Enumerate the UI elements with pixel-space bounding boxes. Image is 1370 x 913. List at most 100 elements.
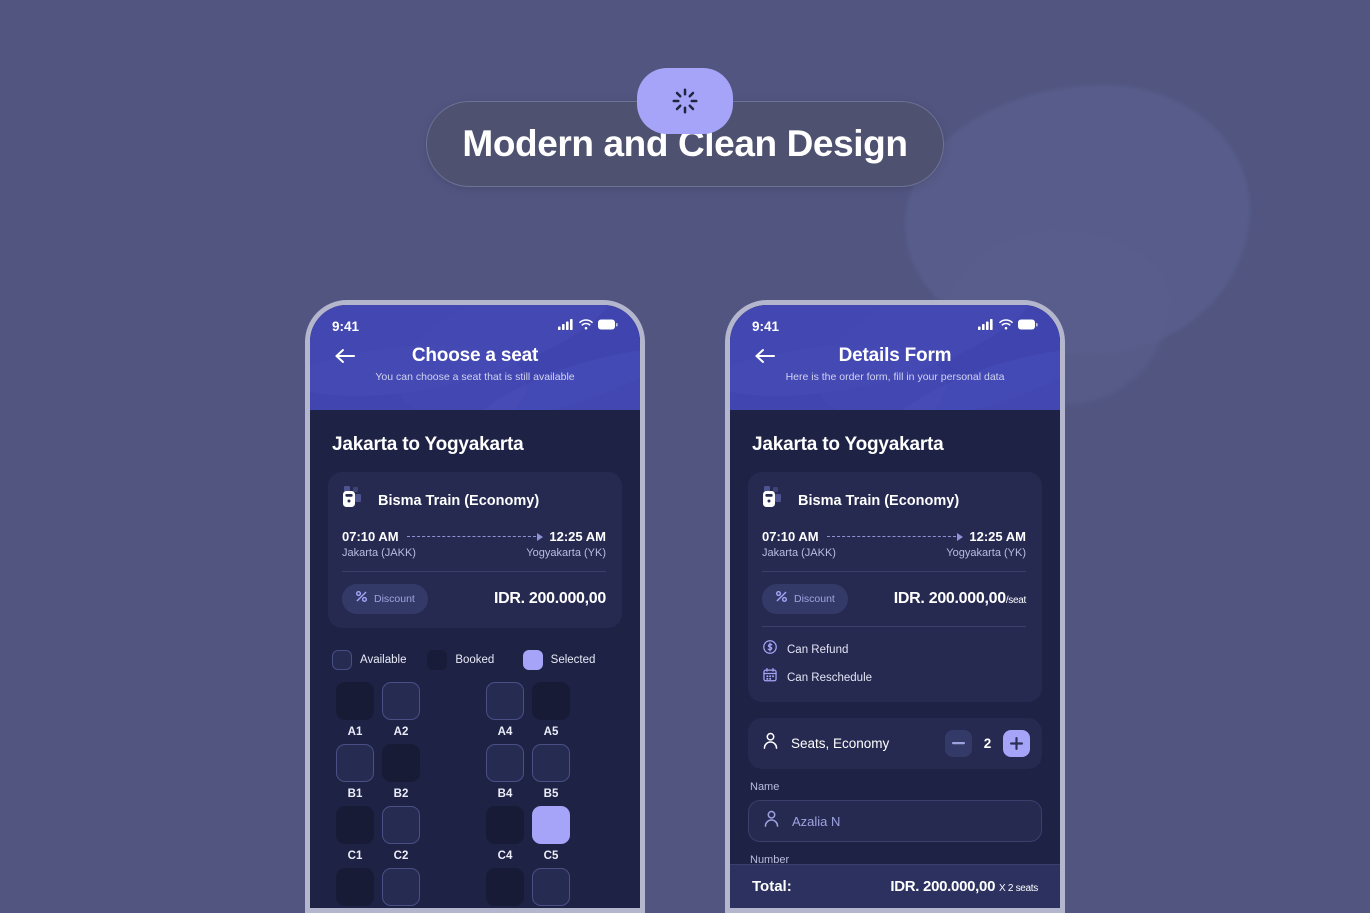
legend-swatch-available bbox=[332, 650, 352, 670]
screen-choose-a-seat: 9:41 Choose a seat You can choose a seat… bbox=[310, 305, 640, 908]
phone-mockup-details-form: 9:41 Details Form Here is the order form… bbox=[725, 300, 1065, 913]
nav-row: Details Form bbox=[730, 335, 1060, 369]
seat-b1[interactable] bbox=[336, 744, 374, 782]
discount-badge[interactable]: Discount bbox=[342, 584, 428, 614]
station-row: Jakarta (JAKK) Yogyakarta (YK) bbox=[342, 547, 606, 559]
price-value: IDR. 200.000,00/seat bbox=[893, 590, 1027, 608]
seat-c2[interactable] bbox=[382, 806, 420, 844]
seat-cell[interactable]: B4 bbox=[482, 744, 528, 800]
depart-time: 07:10 AM bbox=[342, 529, 399, 544]
seat-cell[interactable]: B5 bbox=[528, 744, 574, 800]
seat-cell[interactable]: A4 bbox=[482, 682, 528, 738]
name-field-label: Name bbox=[750, 781, 780, 793]
seat-cell[interactable]: C4 bbox=[482, 806, 528, 862]
route-dash-line bbox=[406, 533, 544, 541]
name-input[interactable]: Azalia N bbox=[748, 800, 1042, 842]
legend-item-booked: Booked bbox=[427, 650, 522, 670]
train-card: Bisma Train (Economy) 07:10 AM 12:25 AM … bbox=[748, 472, 1042, 702]
seat-cell[interactable] bbox=[482, 868, 528, 906]
seat-a5[interactable] bbox=[532, 682, 570, 720]
arrive-station: Yogyakarta (YK) bbox=[946, 547, 1026, 559]
seat-label: A4 bbox=[497, 726, 513, 738]
seats-stepper-controls: 2 bbox=[945, 730, 1030, 757]
seat-b2[interactable] bbox=[382, 744, 420, 782]
seat-label: B2 bbox=[393, 788, 409, 800]
decrement-seats-button[interactable] bbox=[945, 730, 972, 757]
perk-can-refund: Can Refund bbox=[762, 639, 1026, 660]
seat-cell[interactable]: C1 bbox=[332, 806, 378, 862]
seat-a2[interactable] bbox=[382, 682, 420, 720]
seat-label: B5 bbox=[543, 788, 559, 800]
seat-label: B1 bbox=[347, 788, 363, 800]
seat-cell[interactable] bbox=[332, 868, 378, 906]
legend-label: Selected bbox=[550, 654, 596, 666]
page-title: Details Form bbox=[838, 345, 952, 366]
battery-icon bbox=[598, 317, 618, 335]
seat-cell[interactable] bbox=[378, 868, 424, 906]
seat-d2[interactable] bbox=[382, 868, 420, 906]
seat-cell[interactable]: A1 bbox=[332, 682, 378, 738]
train-card-header: Bisma Train (Economy) bbox=[762, 486, 1026, 515]
page-subtitle: You can choose a seat that is still avai… bbox=[375, 371, 575, 383]
train-icon bbox=[342, 486, 368, 515]
percent-icon bbox=[355, 590, 368, 608]
price-value: IDR. 200.000,00 bbox=[493, 590, 606, 607]
seat-d4[interactable] bbox=[486, 868, 524, 906]
refund-dollar-icon bbox=[762, 639, 778, 660]
arrive-station: Yogyakarta (YK) bbox=[526, 547, 606, 559]
seat-cell[interactable]: B1 bbox=[332, 744, 378, 800]
seat-cell[interactable]: C2 bbox=[378, 806, 424, 862]
total-multiplier: X 2 seats bbox=[999, 883, 1038, 894]
discount-label: Discount bbox=[794, 593, 835, 605]
seats-stepper-left: Seats, Economy bbox=[762, 732, 889, 755]
seat-cell[interactable]: A5 bbox=[528, 682, 574, 738]
route-title: Jakarta to Yogyakarta bbox=[752, 434, 944, 455]
perk-can-reschedule: Can Reschedule bbox=[762, 667, 1026, 688]
cellular-signal-icon bbox=[978, 317, 994, 335]
seats-stepper-label: Seats, Economy bbox=[791, 736, 890, 751]
price-amount: IDR. 200.000,00 bbox=[893, 590, 1006, 607]
total-bar: Total: IDR. 200.000,00 X 2 seats bbox=[730, 864, 1060, 908]
time-row: 07:10 AM 12:25 AM bbox=[342, 529, 606, 544]
discount-badge[interactable]: Discount bbox=[762, 584, 848, 614]
seat-d1[interactable] bbox=[336, 868, 374, 906]
station-row: Jakarta (JAKK) Yogyakarta (YK) bbox=[762, 547, 1026, 559]
price-row: Discount IDR. 200.000,00/seat bbox=[762, 584, 1026, 614]
legend-label: Booked bbox=[455, 654, 495, 666]
train-icon bbox=[762, 486, 788, 515]
seat-c1[interactable] bbox=[336, 806, 374, 844]
screen-details-form: 9:41 Details Form Here is the order form… bbox=[730, 305, 1060, 908]
seat-d5[interactable] bbox=[532, 868, 570, 906]
seat-cell[interactable]: B2 bbox=[378, 744, 424, 800]
seat-b5[interactable] bbox=[532, 744, 570, 782]
phone-mockup-choose-a-seat: 9:41 Choose a seat You can choose a seat… bbox=[305, 300, 645, 913]
legend-swatch-selected bbox=[522, 650, 543, 670]
depart-station: Jakarta (JAKK) bbox=[342, 547, 416, 559]
seat-b4[interactable] bbox=[486, 744, 524, 782]
total-amount: IDR. 200.000,00 bbox=[890, 878, 996, 895]
time-row: 07:10 AM 12:25 AM bbox=[762, 529, 1026, 544]
increment-seats-button[interactable] bbox=[1003, 730, 1030, 757]
seat-a1[interactable] bbox=[336, 682, 374, 720]
wifi-icon bbox=[999, 317, 1013, 335]
seat-c5[interactable] bbox=[532, 806, 570, 844]
seat-cell[interactable] bbox=[528, 868, 574, 906]
seat-cell[interactable]: C5 bbox=[528, 806, 574, 862]
seats-count-value: 2 bbox=[983, 736, 992, 751]
battery-icon bbox=[1018, 317, 1038, 335]
app-header: 9:41 bbox=[310, 305, 640, 410]
seat-label: C1 bbox=[347, 850, 363, 862]
status-bar-time: 9:41 bbox=[332, 318, 360, 334]
status-bar-icons bbox=[978, 317, 1038, 335]
legend-item-selected: Selected bbox=[522, 650, 618, 670]
seat-row bbox=[332, 868, 618, 906]
seat-label: C5 bbox=[543, 850, 559, 862]
loading-spinner-icon bbox=[670, 86, 700, 116]
legend-item-available: Available bbox=[332, 650, 427, 670]
cellular-signal-icon bbox=[558, 317, 574, 335]
seat-cell[interactable]: A2 bbox=[378, 682, 424, 738]
seat-a4[interactable] bbox=[486, 682, 524, 720]
app-header: 9:41 bbox=[730, 305, 1060, 410]
seat-row: A1 A2 A4 A5 bbox=[332, 682, 618, 738]
seat-c4[interactable] bbox=[486, 806, 524, 844]
